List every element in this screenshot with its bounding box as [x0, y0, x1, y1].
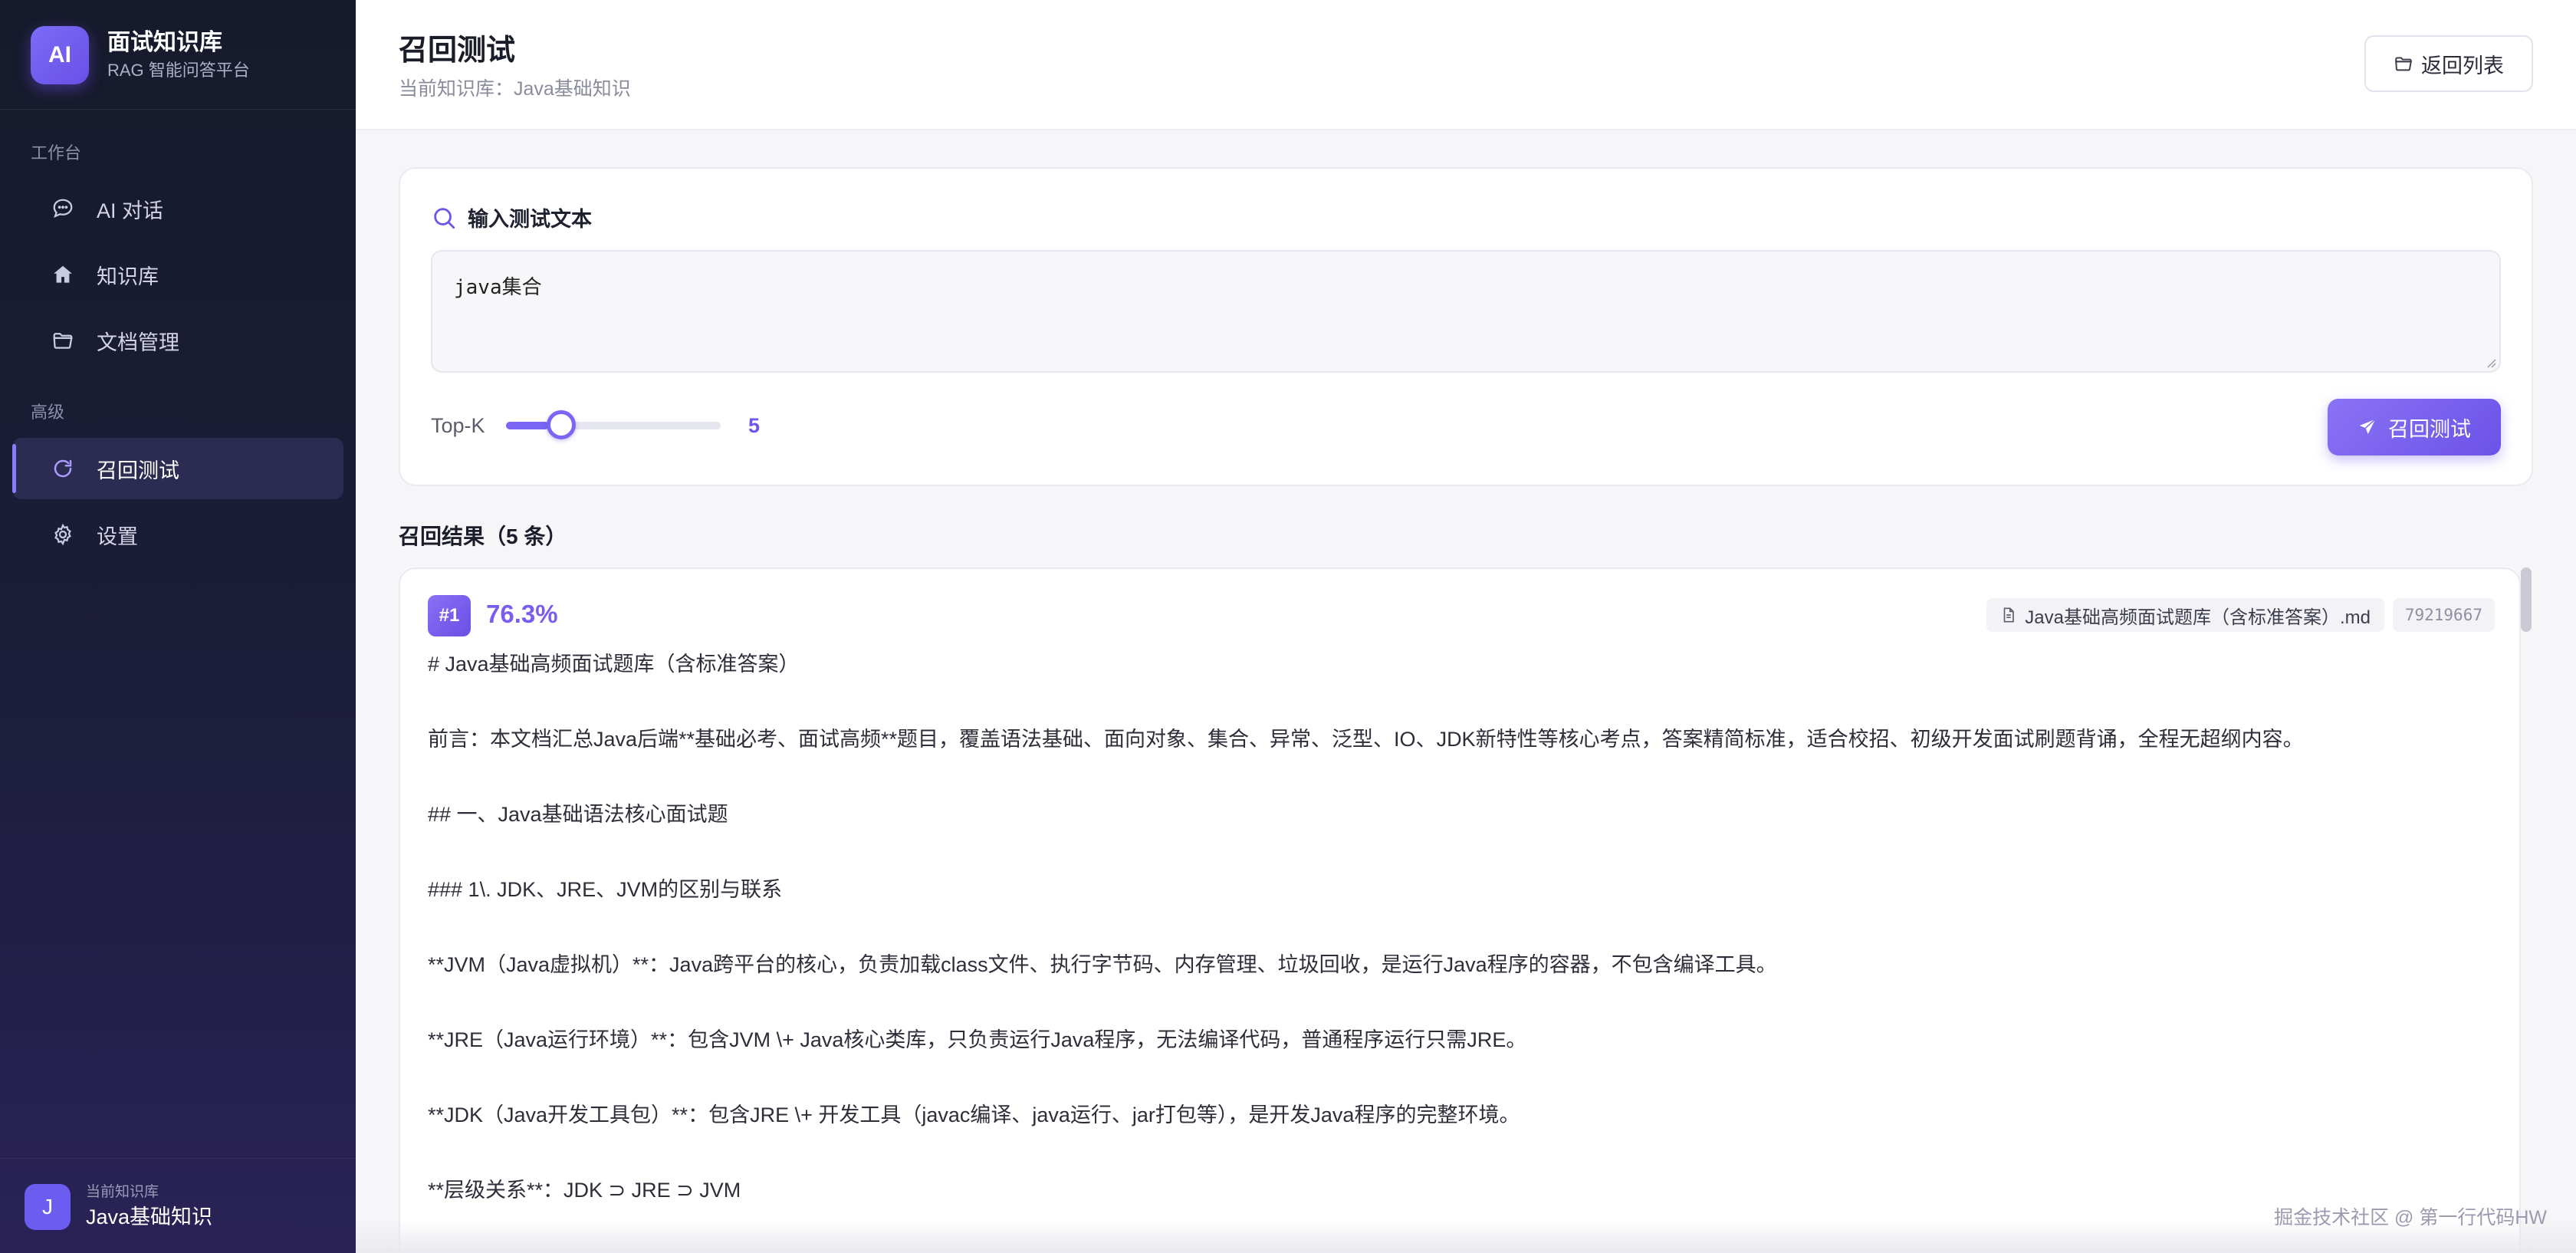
- content-line: ## 一、Java基础语法核心面试题: [428, 803, 728, 826]
- rank-badge: #1: [428, 595, 471, 636]
- gear-icon: [49, 521, 77, 548]
- similarity-score: 76.3%: [486, 600, 558, 628]
- brand-logo: AI: [31, 26, 89, 84]
- run-recall-test-button[interactable]: 召回测试: [2328, 399, 2501, 455]
- folder-icon: [2394, 54, 2413, 74]
- slider-fill: [506, 422, 549, 429]
- chunk-id-badge: 79219667: [2392, 598, 2495, 632]
- topk-slider[interactable]: [506, 409, 721, 440]
- results-title: 召回结果（5 条）: [399, 525, 567, 548]
- current-kb-label: 当前知识库: [86, 1184, 159, 1200]
- bottom-fade: [356, 1219, 2576, 1253]
- back-button-label: 返回列表: [2421, 54, 2504, 77]
- sidebar: AI 面试知识库 RAG 智能问答平台 工作台 AI 对话 知识库 文档管理 高…: [0, 0, 356, 1253]
- result-card: #1 76.3% Java基础高频面试题库（含标准答案）.md 79219667…: [399, 567, 2521, 1253]
- query-card: 输入测试文本 java集合 Top-K 5 召回测试: [399, 167, 2533, 486]
- send-icon: [2358, 417, 2377, 437]
- sidebar-item-recall-test[interactable]: 召回测试: [12, 438, 343, 499]
- page-title: 召回测试: [399, 35, 516, 67]
- sidebar-item-label: 设置: [97, 525, 138, 548]
- content-line: 前言：本文档汇总Java后端**基础必考、面试高频**题目，覆盖语法基础、面向对…: [428, 728, 2304, 751]
- page-header: 召回测试 当前知识库：Java基础知识 返回列表: [356, 0, 2576, 130]
- sidebar-item-label: 文档管理: [97, 331, 179, 354]
- folder-icon: [49, 327, 77, 354]
- sidebar-divider: [0, 109, 356, 110]
- section-label-advanced: 高级: [31, 403, 65, 422]
- sidebar-item-ai-chat[interactable]: AI 对话: [12, 178, 343, 239]
- content-line: ### 1\. JDK、JRE、JVM的区别与联系: [428, 878, 783, 901]
- sidebar-item-knowledge-base[interactable]: 知识库: [12, 244, 343, 305]
- chat-icon: [49, 195, 77, 222]
- run-button-label: 召回测试: [2388, 417, 2471, 441]
- query-text-value: java集合: [454, 276, 542, 299]
- topk-label: Top-K: [431, 414, 485, 437]
- brand-title: 面试知识库: [107, 30, 222, 55]
- watermark: 掘金技术社区 @ 第一行代码HW: [2274, 1207, 2547, 1228]
- content-line: **JVM（Java虚拟机）**：Java跨平台的核心，负责加载class文件、…: [428, 953, 1777, 976]
- query-text-input[interactable]: java集合: [431, 250, 2501, 373]
- refresh-icon: [49, 455, 77, 482]
- home-icon: [49, 261, 77, 288]
- sidebar-bottom-divider: [0, 1158, 356, 1159]
- slider-thumb[interactable]: [547, 410, 576, 439]
- content-line: # Java基础高频面试题库（含标准答案）: [428, 653, 800, 676]
- results-scrollbar[interactable]: [2521, 567, 2532, 632]
- document-icon: [2000, 607, 2017, 623]
- sidebar-item-label: 召回测试: [97, 459, 179, 482]
- content-line: **JRE（Java运行环境）**：包含JVM \+ Java核心类库，只负责运…: [428, 1028, 1527, 1051]
- result-content: # Java基础高频面试题库（含标准答案） 前言：本文档汇总Java后端**基础…: [428, 650, 2482, 1251]
- sidebar-item-documents[interactable]: 文档管理: [12, 310, 343, 371]
- avatar: J: [25, 1184, 71, 1230]
- section-label-workbench: 工作台: [31, 143, 82, 163]
- page-subtitle: 当前知识库：Java基础知识: [399, 78, 631, 100]
- current-kb-name: Java基础知识: [86, 1205, 213, 1228]
- topk-value: 5: [748, 414, 761, 437]
- resize-grip-icon[interactable]: [2486, 357, 2496, 368]
- query-card-heading: 输入测试文本: [431, 202, 592, 232]
- source-file-chip[interactable]: Java基础高频面试题库（含标准答案）.md: [1986, 598, 2384, 632]
- sidebar-item-settings[interactable]: 设置: [12, 504, 343, 565]
- brand: AI 面试知识库 RAG 智能问答平台: [31, 26, 250, 84]
- back-to-list-button[interactable]: 返回列表: [2364, 35, 2533, 92]
- current-knowledge-base[interactable]: J 当前知识库 Java基础知识: [25, 1182, 212, 1232]
- brand-subtitle: RAG 智能问答平台: [107, 61, 250, 80]
- content-line: **JDK（Java开发工具包）**：包含JRE \+ 开发工具（javac编译…: [428, 1103, 1520, 1126]
- search-icon: [431, 205, 457, 231]
- query-heading-label: 输入测试文本: [468, 208, 592, 231]
- source-file-name: Java基础高频面试题库（含标准答案）.md: [2025, 607, 2371, 628]
- sidebar-item-label: AI 对话: [97, 199, 164, 222]
- sidebar-item-label: 知识库: [97, 265, 159, 288]
